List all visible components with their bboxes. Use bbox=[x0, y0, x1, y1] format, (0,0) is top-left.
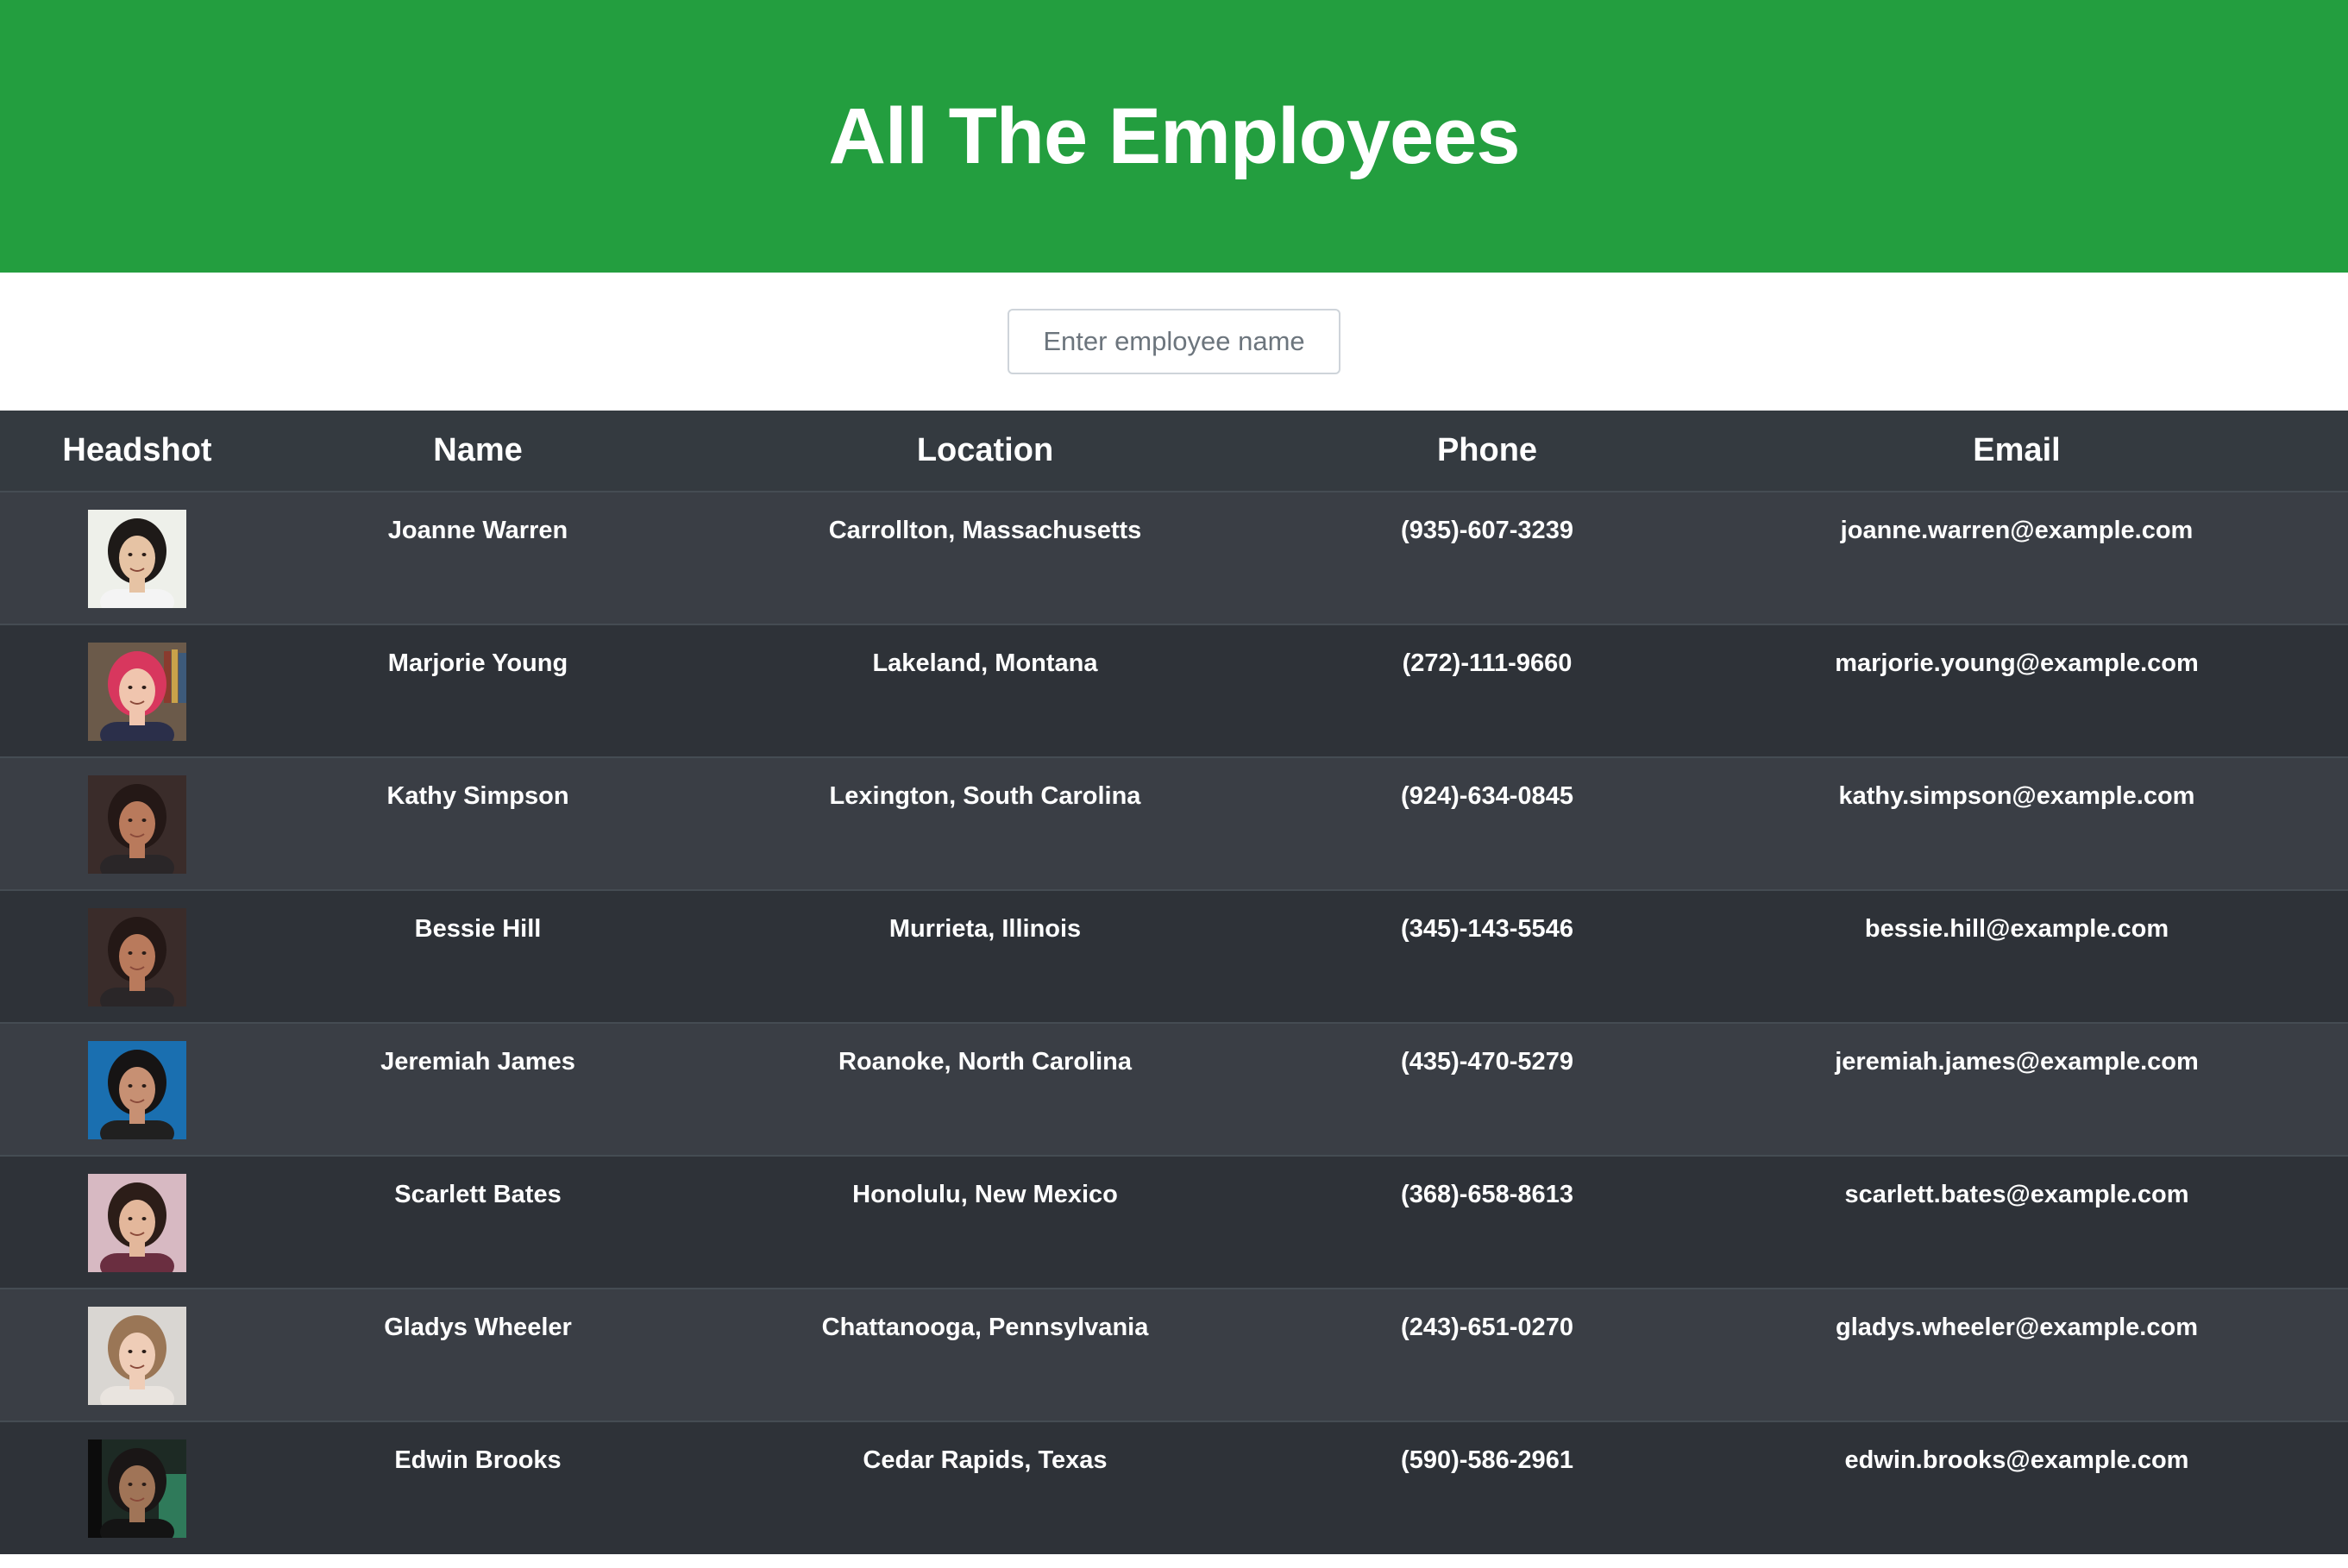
employee-name: Marjorie Young bbox=[387, 649, 568, 677]
headshot-cell bbox=[0, 1289, 274, 1421]
employee-location: Chattanooga, Pennsylvania bbox=[821, 1314, 1149, 1341]
employee-email: scarlett.bates@example.com bbox=[1844, 1181, 2189, 1208]
headshot-image bbox=[88, 1174, 186, 1272]
employee-email: joanne.warren@example.com bbox=[1840, 517, 2194, 544]
employee-phone: (924)-634-0845 bbox=[1401, 782, 1573, 810]
employee-phone: (368)-658-8613 bbox=[1401, 1181, 1573, 1208]
headshot-cell bbox=[0, 1421, 274, 1554]
employee-email: bessie.hill@example.com bbox=[1864, 915, 2169, 943]
column-header-location[interactable]: Location bbox=[681, 411, 1289, 492]
employee-phone: (272)-111-9660 bbox=[1402, 649, 1573, 677]
employee-phone: (243)-651-0270 bbox=[1401, 1314, 1573, 1341]
table-row: Marjorie Young Lakeland, Montana (272)-111… bbox=[0, 624, 2348, 757]
headshot-image bbox=[88, 1041, 186, 1139]
column-header-name[interactable]: Name bbox=[274, 411, 681, 492]
table-row: Edwin Brooks Cedar Rapids, Texas (590)-586… bbox=[0, 1421, 2348, 1554]
headshot-cell bbox=[0, 1023, 274, 1156]
employee-email: marjorie.young@example.com bbox=[1835, 649, 2199, 677]
column-header-email[interactable]: Email bbox=[1686, 411, 2348, 492]
employee-name: Joanne Warren bbox=[387, 517, 568, 544]
headshot-image bbox=[88, 908, 186, 1007]
employee-name: Gladys Wheeler bbox=[384, 1314, 572, 1341]
table-row: Scarlett Bates Honolulu, New Mexico (368)-… bbox=[0, 1156, 2348, 1289]
employee-phone: (935)-607-3239 bbox=[1401, 517, 1573, 544]
employee-name: Scarlett Bates bbox=[394, 1181, 562, 1208]
headshot-cell bbox=[0, 1156, 274, 1289]
headshot-image bbox=[88, 643, 186, 741]
employee-search-input[interactable] bbox=[1008, 309, 1340, 374]
employee-phone: (435)-470-5279 bbox=[1401, 1048, 1573, 1076]
employee-phone: (590)-586-2961 bbox=[1401, 1446, 1573, 1474]
column-header-headshot[interactable]: Headshot bbox=[0, 411, 274, 492]
employee-phone: (345)-143-5546 bbox=[1401, 915, 1573, 943]
employee-location: Cedar Rapids, Texas bbox=[863, 1446, 1108, 1474]
employee-email: gladys.wheeler@example.com bbox=[1836, 1314, 2198, 1341]
employee-location: Murrieta, Illinois bbox=[888, 915, 1082, 943]
headshot-image bbox=[88, 510, 186, 608]
table-row: Bessie Hill Murrieta, Illinois (345)-143-5… bbox=[0, 890, 2348, 1023]
table-row: Gladys Wheeler Chattanooga, Pennsylvania (… bbox=[0, 1289, 2348, 1421]
headshot-image bbox=[88, 775, 186, 874]
employee-name: Bessie Hill bbox=[414, 915, 542, 943]
column-header-phone[interactable]: Phone bbox=[1289, 411, 1686, 492]
table-body: Joanne Warren Carrollton, Massachusetts (9… bbox=[0, 492, 2348, 1554]
table-row: Jeremiah James Roanoke, North Carolina (43… bbox=[0, 1023, 2348, 1156]
search-bar bbox=[0, 273, 2348, 411]
employee-location: Lexington, South Carolina bbox=[829, 782, 1141, 810]
table-row: Joanne Warren Carrollton, Massachusetts (9… bbox=[0, 492, 2348, 624]
employee-email: jeremiah.james@example.com bbox=[1835, 1048, 2199, 1076]
headshot-image bbox=[88, 1307, 186, 1405]
headshot-cell bbox=[0, 492, 274, 624]
page-header: All The Employees bbox=[0, 0, 2348, 273]
employee-location: Carrollton, Massachusetts bbox=[828, 517, 1142, 544]
table-header: Headshot Name Location Phone Email bbox=[0, 411, 2348, 492]
headshot-cell bbox=[0, 757, 274, 890]
employee-table: Headshot Name Location Phone Email Joann… bbox=[0, 411, 2348, 1554]
employee-location: Roanoke, North Carolina bbox=[838, 1048, 1132, 1076]
employee-location: Lakeland, Montana bbox=[872, 649, 1098, 677]
page-title: All The Employees bbox=[828, 91, 1520, 180]
employee-name: Edwin Brooks bbox=[394, 1446, 562, 1474]
employee-name: Jeremiah James bbox=[380, 1048, 575, 1076]
employee-location: Honolulu, New Mexico bbox=[852, 1181, 1118, 1208]
headshot-cell bbox=[0, 624, 274, 757]
employee-email: edwin.brooks@example.com bbox=[1844, 1446, 2189, 1474]
headshot-cell bbox=[0, 890, 274, 1023]
table-row: Kathy Simpson Lexington, South Carolina (9… bbox=[0, 757, 2348, 890]
employee-name: Kathy Simpson bbox=[386, 782, 569, 810]
employee-email: kathy.simpson@example.com bbox=[1838, 782, 2195, 810]
headshot-image bbox=[88, 1439, 186, 1538]
